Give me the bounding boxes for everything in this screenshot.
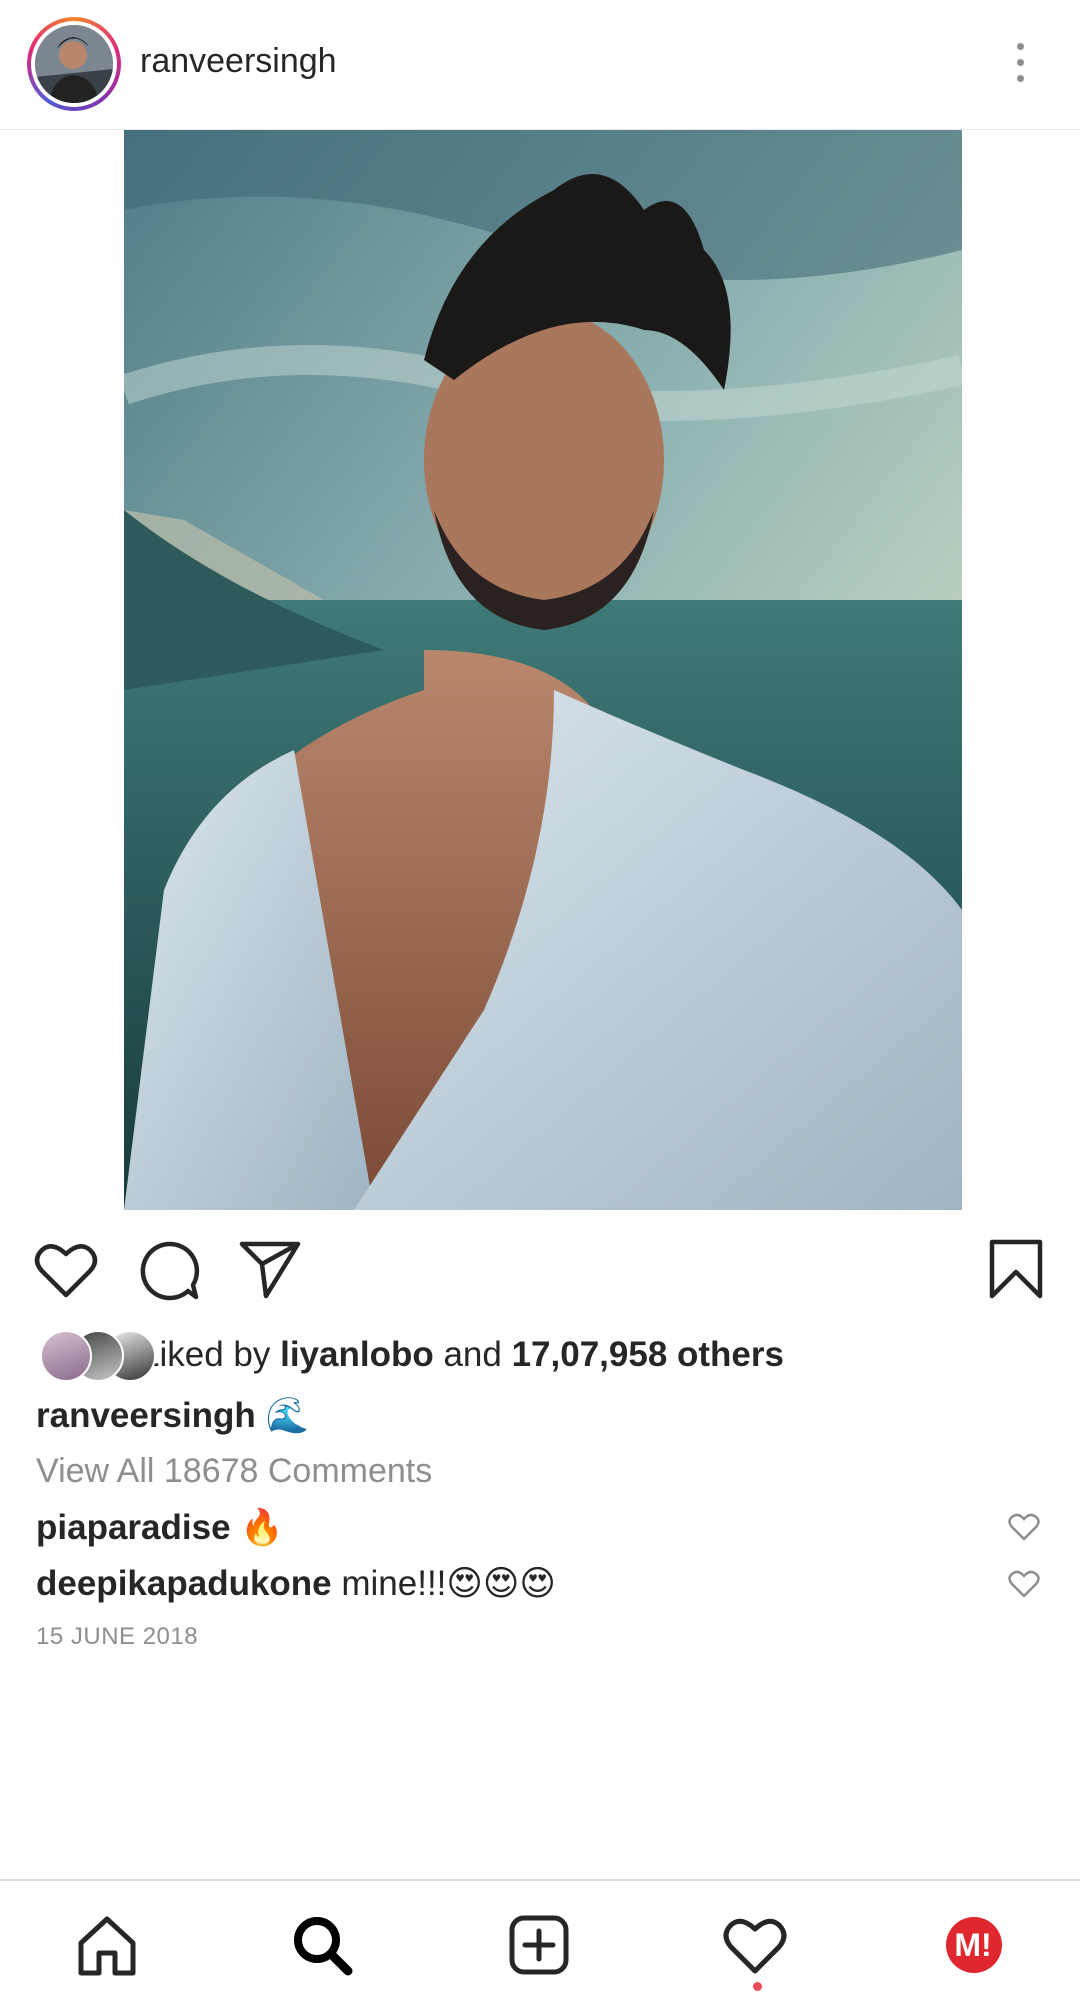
likes-count[interactable]: 17,07,958 others — [512, 1335, 784, 1374]
comment-like-icon[interactable] — [1008, 1570, 1040, 1598]
home-icon[interactable] — [75, 1913, 139, 1977]
post-header: ranveersingh — [0, 0, 1080, 130]
search-icon[interactable] — [290, 1913, 354, 1977]
activity-notification-dot — [753, 1982, 762, 1991]
likes-prefix: Liked by — [140, 1335, 281, 1374]
post-caption: ranveersingh 🌊 — [36, 1395, 309, 1436]
svg-text:M!: M! — [954, 1927, 991, 1963]
comment-like-icon[interactable] — [1008, 1513, 1040, 1541]
liker-username[interactable]: liyanlobo — [280, 1335, 434, 1374]
like-heart-icon[interactable] — [34, 1240, 98, 1300]
caption-text: 🌊 — [265, 1396, 310, 1435]
profile-avatar[interactable] — [35, 25, 113, 103]
comment-username[interactable]: piaparadise — [36, 1508, 231, 1547]
comment-text: mine!!!😍😍😍 — [341, 1564, 556, 1603]
comment-text: 🔥 — [240, 1508, 284, 1547]
comment-row: piaparadise 🔥 — [36, 1507, 284, 1548]
post-image[interactable] — [124, 130, 962, 1210]
view-all-comments-link[interactable]: View All 18678 Comments — [36, 1452, 432, 1491]
comment-bubble-icon[interactable] — [138, 1240, 202, 1302]
share-send-icon[interactable] — [238, 1238, 302, 1300]
post-username[interactable]: ranveersingh — [140, 42, 337, 81]
post-date: 15 JUNE 2018 — [36, 1623, 199, 1650]
caption-username[interactable]: ranveersingh — [36, 1396, 256, 1435]
new-post-icon[interactable] — [507, 1913, 571, 1977]
activity-heart-icon[interactable] — [723, 1913, 787, 1977]
likes-summary[interactable]: Liked by liyanlobo and 17,07,958 others — [140, 1335, 784, 1375]
more-options-icon[interactable] — [1000, 38, 1040, 88]
bookmark-icon[interactable] — [988, 1238, 1044, 1300]
profile-avatar-icon[interactable]: M! — [942, 1913, 1006, 1977]
comment-username[interactable]: deepikapadukone — [36, 1564, 332, 1603]
likes-connector: and — [433, 1335, 512, 1374]
bottom-navigation: M! — [0, 1879, 1080, 1999]
comment-row: deepikapadukone mine!!!😍😍😍 — [36, 1564, 556, 1604]
